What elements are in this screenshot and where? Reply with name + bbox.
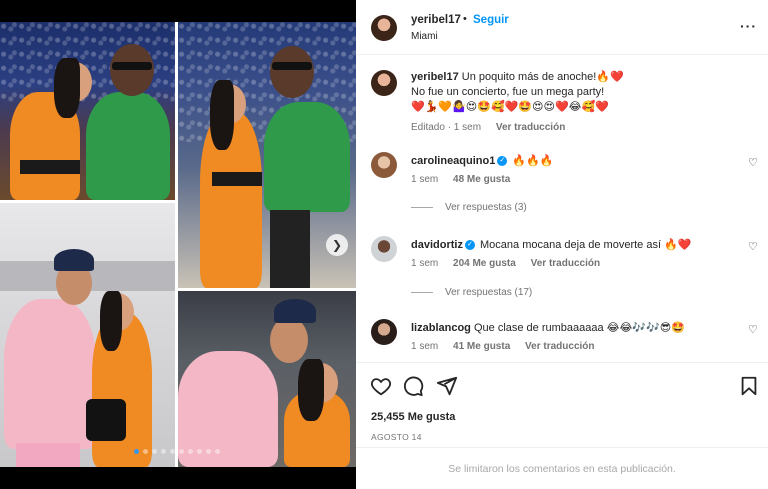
- carousel-dot: [134, 449, 139, 454]
- comment-username[interactable]: carolineaquino1: [411, 155, 495, 167]
- caption-username[interactable]: yeribel17: [411, 71, 459, 83]
- carousel-dot: [206, 449, 211, 454]
- verified-badge-icon: ✓: [464, 240, 475, 251]
- avatar[interactable]: [371, 152, 397, 178]
- comment-time: 1 sem: [411, 341, 439, 352]
- caption-text-line1: Un poquito más de anoche!🔥❤️: [461, 71, 624, 83]
- post-likes-count[interactable]: 25,455 Me gusta: [371, 411, 455, 423]
- post-location[interactable]: Miami: [411, 31, 438, 42]
- photo-tile-4: [178, 291, 356, 467]
- post-actions: 25,455 Me gusta AGOSTO 14 Se limitaron l…: [356, 362, 768, 489]
- comment-like-heart-icon[interactable]: ♡: [748, 156, 758, 169]
- carousel-dot: [179, 449, 184, 454]
- comment-likes[interactable]: 204 Me gusta: [453, 258, 516, 269]
- comment-username[interactable]: lizablancog: [411, 322, 471, 334]
- comments-limited-notice: Se limitaron los comentarios en esta pub…: [356, 447, 768, 489]
- caption-edited-time: Editado · 1 sem: [411, 122, 482, 133]
- comment-text: 🔥🔥🔥: [512, 155, 554, 167]
- carousel-indicator: [134, 449, 220, 454]
- share-icon[interactable]: [436, 375, 458, 397]
- verified-badge-icon: ✓: [497, 156, 508, 167]
- photo-tile-1: [0, 22, 175, 200]
- post-header: yeribel17 • Seguir Miami ···: [356, 0, 768, 55]
- view-replies-link[interactable]: Ver respuestas (17): [411, 287, 532, 298]
- carousel-dot: [143, 449, 148, 454]
- more-options-icon[interactable]: ···: [740, 18, 757, 34]
- comment-likes[interactable]: 41 Me gusta: [453, 341, 510, 352]
- view-replies-link[interactable]: Ver respuestas (3): [411, 202, 527, 213]
- translate-link[interactable]: Ver traducción: [525, 341, 594, 352]
- avatar[interactable]: [371, 70, 397, 96]
- comment-like-heart-icon[interactable]: ♡: [748, 240, 758, 253]
- follow-button[interactable]: Seguir: [473, 14, 509, 26]
- translate-link[interactable]: Ver traducción: [496, 122, 565, 133]
- post-author-username[interactable]: yeribel17: [411, 14, 461, 26]
- post-media[interactable]: ❯: [0, 0, 356, 489]
- heart-icon[interactable]: [370, 375, 392, 397]
- comment-icon[interactable]: [402, 375, 424, 397]
- comment-text: Que clase de rumbaaaaaa 😂😂🎶🎶😎🤩: [473, 322, 685, 334]
- caption-emojis: ❤️💃🧡🤷‍♀️😍🤩🥰❤️🤩😍😍❤️😂🥰❤️: [411, 101, 609, 113]
- caption-text-line2: No fue un concierto, fue un mega party!: [411, 86, 605, 98]
- comments-list: yeribel17 Un poquito más de anoche!🔥❤️ N…: [356, 56, 768, 361]
- comment-username[interactable]: davidortiz: [411, 239, 463, 251]
- comment-time: 1 sem: [411, 258, 439, 269]
- photo-collage: [0, 22, 356, 467]
- photo-tile-3: [0, 203, 175, 467]
- comment-text: Mocana mocana deja de moverte así 🔥❤️: [480, 239, 692, 251]
- comment-like-heart-icon[interactable]: ♡: [748, 323, 758, 336]
- carousel-dot: [152, 449, 157, 454]
- comment-time: 1 sem: [411, 174, 439, 185]
- post-sidebar: yeribel17 • Seguir Miami ··· yeribel17 U…: [356, 0, 768, 489]
- translate-link[interactable]: Ver traducción: [531, 258, 600, 269]
- chevron-right-icon: ❯: [331, 238, 343, 252]
- carousel-dot: [188, 449, 193, 454]
- avatar[interactable]: [371, 15, 397, 41]
- carousel-dot: [170, 449, 175, 454]
- avatar[interactable]: [371, 319, 397, 345]
- bookmark-icon[interactable]: [738, 375, 760, 397]
- post-date[interactable]: AGOSTO 14: [371, 432, 422, 442]
- comment-likes[interactable]: 48 Me gusta: [453, 174, 510, 185]
- separator-dot: •: [463, 13, 467, 25]
- avatar[interactable]: [371, 236, 397, 262]
- carousel-dot: [161, 449, 166, 454]
- carousel-dot: [197, 449, 202, 454]
- next-slide-button[interactable]: ❯: [326, 234, 348, 256]
- carousel-dot: [215, 449, 220, 454]
